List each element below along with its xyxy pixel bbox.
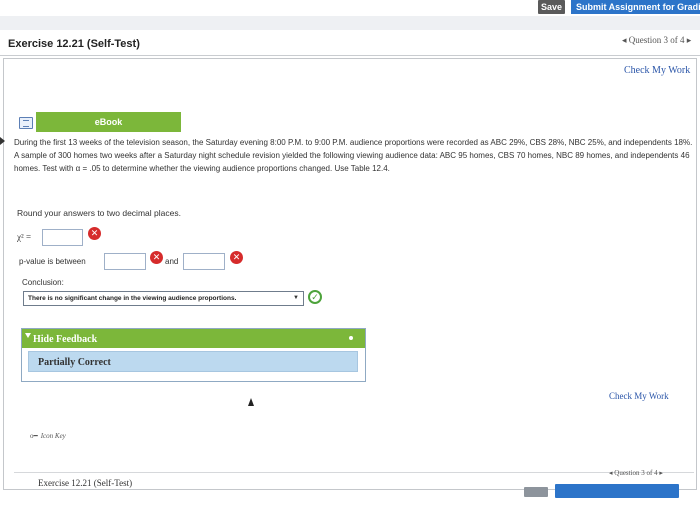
exercise-title: Exercise 12.21 (Self-Test) — [8, 38, 140, 50]
x-circle-icon: ✕ — [88, 227, 101, 240]
rounding-instruction: Round your answers to two decimal places… — [17, 208, 181, 218]
pvalue-upper-input[interactable] — [183, 253, 225, 270]
collapse-arrow-icon[interactable] — [0, 137, 5, 145]
dot-icon — [349, 336, 353, 340]
conclusion-select[interactable]: There is no significant change in the vi… — [23, 291, 304, 306]
chi-square-label: χ² = — [17, 232, 32, 242]
x-circle-icon: ✕ — [150, 251, 163, 264]
icon-key-label: Icon Key — [40, 432, 66, 440]
footer-button-secondary[interactable] — [524, 487, 548, 497]
check-my-work-link-bottom[interactable]: Check My Work — [609, 391, 669, 401]
check-circle-icon: ✓ — [308, 290, 322, 304]
footer-divider — [14, 472, 694, 473]
key-icon: o━ — [30, 432, 38, 440]
feedback-title: Hide Feedback — [33, 334, 98, 345]
book-icon — [19, 117, 33, 129]
mouse-cursor-icon — [248, 398, 254, 406]
header-strip — [0, 16, 700, 30]
chi-square-input[interactable] — [42, 229, 83, 246]
question-navigator[interactable]: ◂ Question 3 of 4 ▸ — [622, 35, 691, 46]
x-circle-icon: ✕ — [230, 251, 243, 264]
footer-exercise-title: Exercise 12.21 (Self-Test) — [38, 478, 133, 488]
pvalue-lower-input[interactable] — [104, 253, 146, 270]
conclusion-label: Conclusion: — [22, 278, 64, 287]
pvalue-label: p-value is between — [19, 257, 86, 266]
problem-statement: During the first 13 weeks of the televis… — [14, 138, 693, 173]
ebook-button[interactable]: eBook — [36, 112, 181, 132]
caret-down-icon — [25, 333, 31, 338]
submit-assignment-button[interactable]: Submit Assignment for Grading — [571, 0, 700, 14]
feedback-result: Partially Correct — [28, 351, 358, 372]
icon-key-link[interactable]: o━ Icon Key — [30, 432, 66, 440]
question-navigator-bottom[interactable]: ◂ Question 3 of 4 ▸ — [609, 469, 663, 477]
and-label: and — [165, 257, 179, 266]
save-button[interactable]: Save — [538, 0, 565, 14]
footer-button-primary[interactable] — [555, 484, 679, 498]
check-my-work-link[interactable]: Check My Work — [624, 65, 690, 76]
chevron-down-icon: ▼ — [293, 295, 299, 301]
